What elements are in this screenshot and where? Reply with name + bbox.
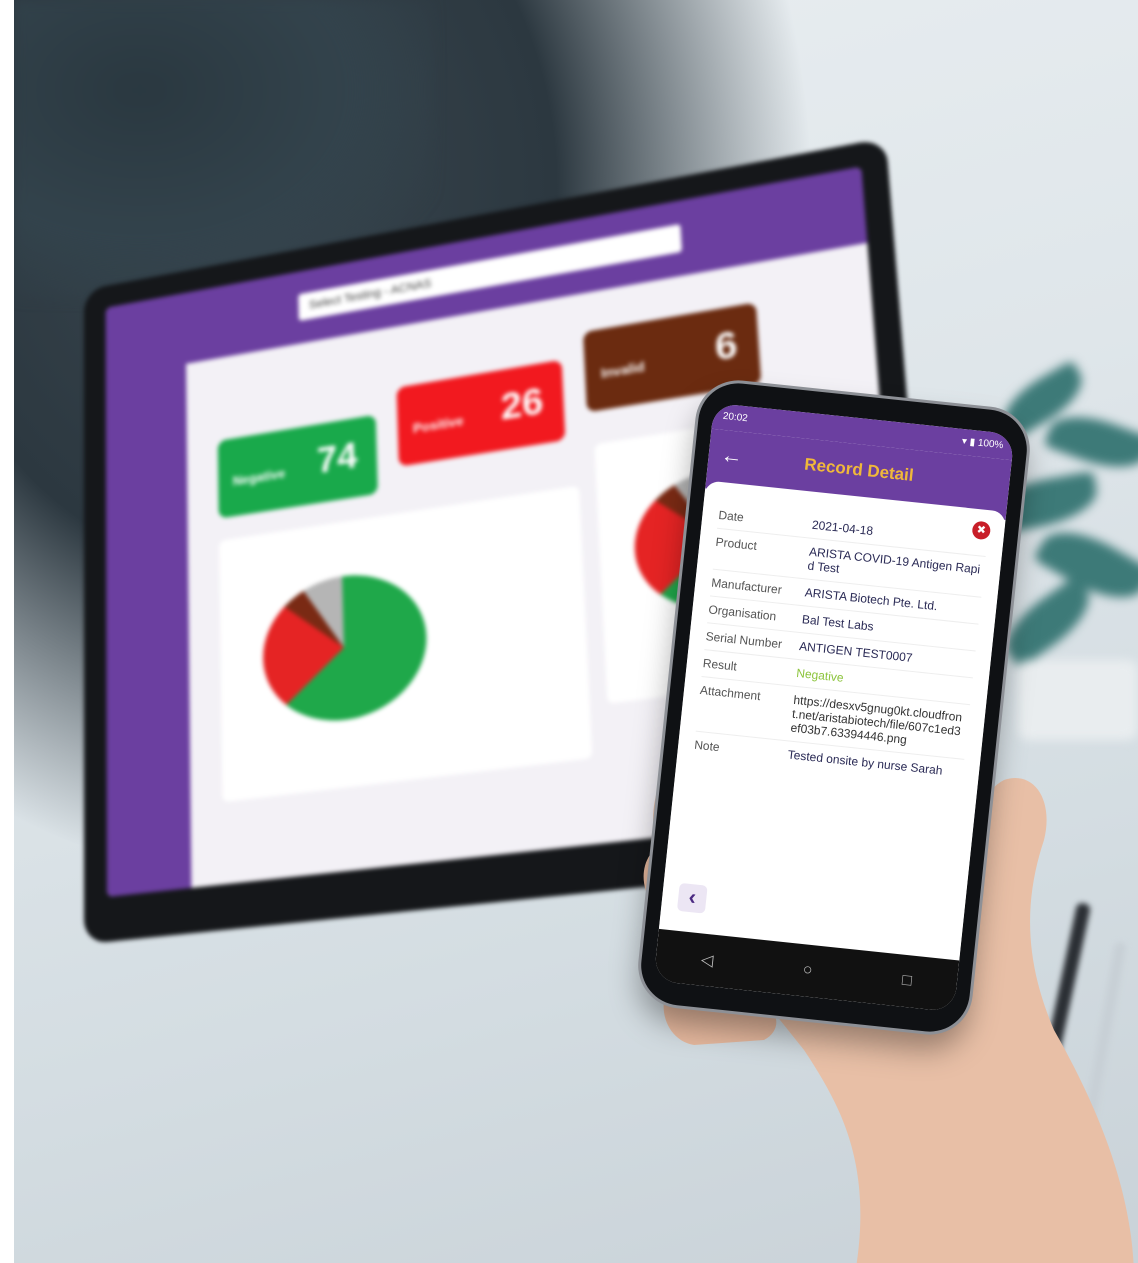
smartphone: 20:02 ▾ ▮ 100% ← Record Detail ✖ Date 20… (637, 379, 1031, 1036)
dashboard-sidebar (105, 292, 192, 898)
back-button[interactable]: ‹ (676, 882, 708, 914)
field-label: Manufacturer (710, 575, 783, 597)
tile-positive-value: 26 (500, 380, 545, 429)
pie-chart-total (261, 564, 429, 731)
nav-back-icon[interactable]: ◁ (700, 950, 714, 971)
status-time: 20:02 (722, 410, 749, 425)
field-value: Bal Test Labs (801, 612, 875, 634)
battery-percent: 100% (977, 437, 1004, 452)
field-label: Note (693, 737, 721, 755)
tile-invalid-value: 6 (713, 323, 739, 370)
field-label: Serial Number (705, 629, 783, 652)
tile-negative: Negative 74 (217, 414, 378, 519)
battery-icon: ▮ (969, 436, 976, 449)
record-fields: Date 2021-04-18 Product ARISTA COVID-19 … (693, 501, 989, 786)
tile-negative-value: 74 (316, 434, 358, 482)
tile-positive-label: Positive (412, 413, 464, 437)
wifi-icon: ▾ (961, 435, 968, 448)
tile-invalid-label: Invalid (600, 358, 645, 382)
pie-card-total (219, 485, 593, 803)
field-label: Product (714, 534, 758, 554)
tile-positive: Positive 26 (396, 359, 566, 467)
field-label: Result (702, 656, 738, 674)
field-label: Date (717, 507, 745, 525)
field-label: Organisation (707, 602, 777, 624)
tile-negative-label: Negative (232, 465, 286, 489)
field-value: 2021-04-18 (811, 517, 874, 539)
field-label: Attachment (699, 682, 762, 704)
phone-screen: 20:02 ▾ ▮ 100% ← Record Detail ✖ Date 20… (653, 402, 1015, 1013)
record-detail-card: ✖ Date 2021-04-18 Product ARISTA COVID-1… (658, 480, 1007, 961)
photo-scene: Select Testing - ACNAS Negative 74 Posit… (14, 0, 1138, 1263)
result-value: Negative (795, 665, 845, 685)
nav-home-icon[interactable]: ○ (802, 961, 813, 980)
nav-recents-icon[interactable]: □ (901, 972, 912, 991)
